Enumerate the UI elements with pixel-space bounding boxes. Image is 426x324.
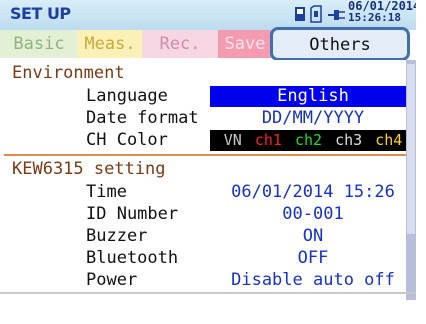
id-number-value[interactable]: 00-001 bbox=[210, 204, 406, 225]
setting-label: Language bbox=[86, 86, 168, 106]
time-value[interactable]: 06/01/2014 15:26 bbox=[210, 182, 406, 203]
setting-label: Buzzer bbox=[86, 226, 148, 246]
settings-list: Environment Language English Date format… bbox=[4, 60, 406, 300]
ch-color-value[interactable]: VN ch1 ch2 ch3 ch4 bbox=[210, 130, 406, 151]
setting-label: Date format bbox=[86, 108, 199, 128]
settings-content: Environment Language English Date format… bbox=[0, 60, 416, 300]
tab-recording[interactable]: Rec. bbox=[142, 30, 218, 58]
section-heading-kew6315: KEW6315 setting bbox=[12, 159, 166, 179]
tab-bar: Basic Meas. Rec. Save Others bbox=[0, 27, 416, 61]
setting-row-language[interactable]: Language English bbox=[4, 86, 406, 107]
card-icon bbox=[295, 7, 305, 21]
setting-row-date-format[interactable]: Date format DD/MM/YYYY bbox=[4, 108, 406, 129]
scroll-thumb[interactable] bbox=[407, 64, 415, 234]
buzzer-value[interactable]: ON bbox=[210, 226, 406, 247]
memory-icon bbox=[310, 5, 322, 23]
page-title: SET UP bbox=[10, 4, 71, 23]
setting-row-bluetooth[interactable]: Bluetooth OFF bbox=[4, 248, 406, 269]
setup-screen: SET UP 06/01/2014 15:26:18 Basic Meas. R… bbox=[0, 0, 416, 300]
setting-row-ch-color[interactable]: CH Color VN ch1 ch2 ch3 ch4 bbox=[4, 130, 406, 151]
tab-others[interactable]: Others bbox=[270, 27, 410, 61]
ch-color-vn: VN bbox=[223, 131, 242, 149]
ch-color-ch4: ch4 bbox=[375, 131, 403, 149]
bluetooth-value[interactable]: OFF bbox=[210, 248, 406, 269]
setting-label: ID Number bbox=[86, 204, 179, 224]
setting-row-time[interactable]: Time 06/01/2014 15:26 bbox=[4, 182, 406, 203]
header-time: 15:26:18 bbox=[348, 11, 401, 24]
setting-label: Time bbox=[86, 182, 127, 202]
setting-label: Bluetooth bbox=[86, 248, 179, 268]
setting-row-id-number[interactable]: ID Number 00-001 bbox=[4, 204, 406, 225]
power-value[interactable]: Disable auto off bbox=[210, 270, 406, 291]
ch-color-ch3: ch3 bbox=[335, 131, 363, 149]
header-bar: SET UP 06/01/2014 15:26:18 bbox=[0, 0, 416, 30]
tab-save[interactable]: Save bbox=[218, 30, 272, 58]
tab-basic[interactable]: Basic bbox=[0, 30, 78, 58]
setting-row-power[interactable]: Power Disable auto off bbox=[4, 270, 406, 291]
bottom-divider bbox=[0, 292, 416, 294]
setting-label: Power bbox=[86, 270, 138, 290]
ch-color-ch1: ch1 bbox=[254, 131, 282, 149]
language-value[interactable]: English bbox=[210, 86, 406, 107]
setting-row-buzzer[interactable]: Buzzer ON bbox=[4, 226, 406, 247]
scrollbar[interactable] bbox=[406, 60, 416, 300]
setting-label: CH Color bbox=[86, 130, 168, 150]
tab-measurement[interactable]: Meas. bbox=[78, 30, 142, 58]
plug-icon bbox=[328, 10, 345, 20]
date-format-value[interactable]: DD/MM/YYYY bbox=[210, 108, 406, 129]
ch-color-ch2: ch2 bbox=[294, 131, 323, 149]
section-heading-environment: Environment bbox=[12, 63, 125, 83]
